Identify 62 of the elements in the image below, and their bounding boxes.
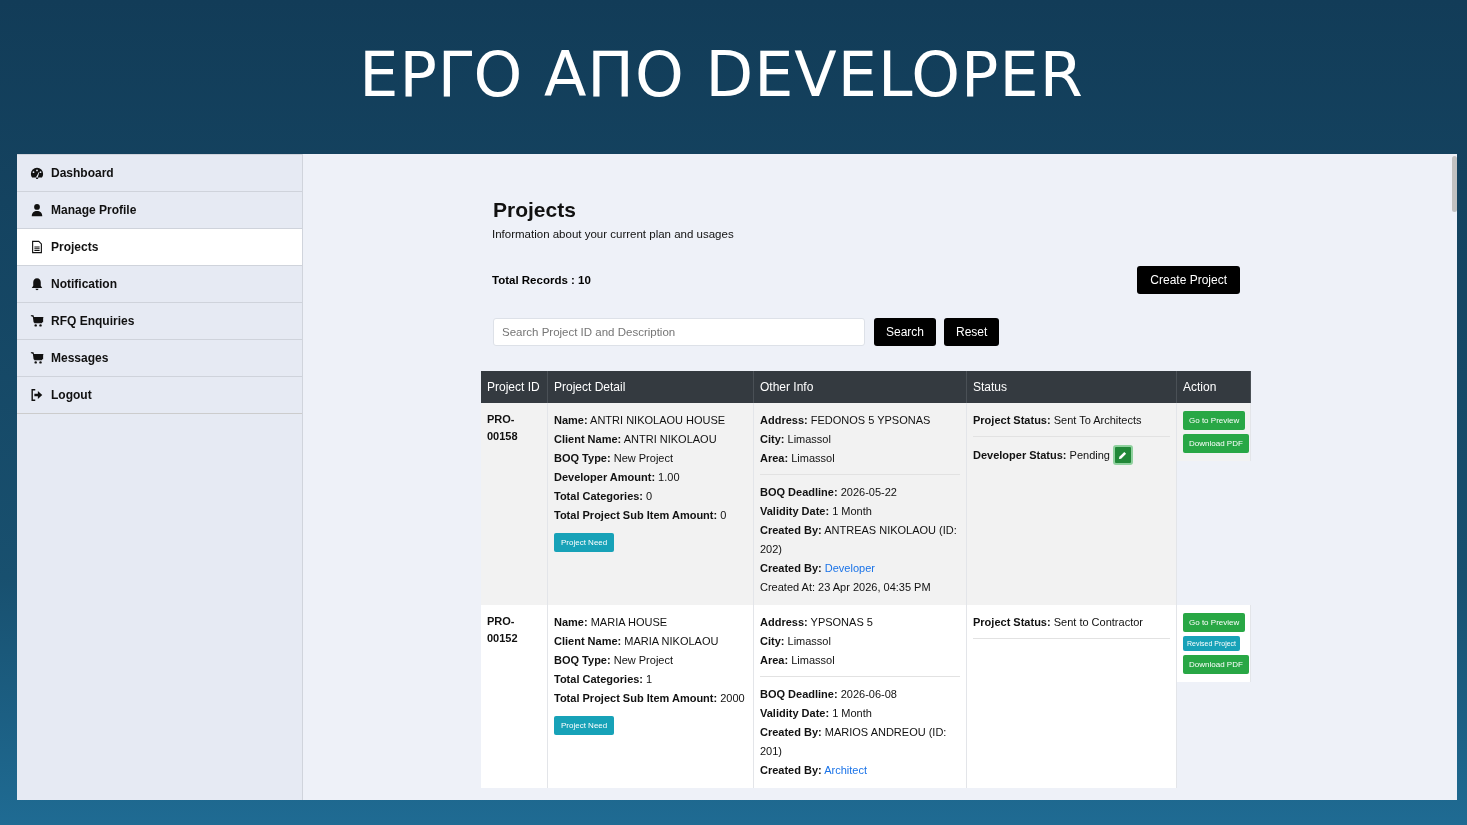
- logout-icon: [30, 388, 44, 402]
- total-records: Total Records : 10: [492, 274, 591, 286]
- detail-field: BOQ Type: New Project: [554, 651, 747, 670]
- info-field: Address: YPSONAS 5: [760, 613, 960, 632]
- project-status: Project Status: Sent To Architects: [973, 413, 1143, 428]
- sidebar-item[interactable]: RFQ Enquiries: [17, 302, 302, 339]
- page-title: Projects: [493, 198, 577, 222]
- project-id: PRO-00158: [487, 412, 519, 444]
- detail-field: Name: ANTRI NIKOLAOU HOUSE: [554, 411, 747, 430]
- sidebar-item[interactable]: Projects: [17, 228, 302, 265]
- detail-field: Total Project Sub Item Amount: 0: [554, 506, 747, 525]
- info-field: Created By: ANTREAS NIKOLAOU (ID: 202): [760, 521, 960, 559]
- detail-field: BOQ Type: New Project: [554, 449, 747, 468]
- sidebar-item[interactable]: Dashboard: [17, 154, 302, 191]
- info-field: Area: Limassol: [760, 651, 960, 670]
- column-header: Action: [1176, 371, 1251, 403]
- detail-field: Client Name: MARIA NIKOLAOU: [554, 632, 747, 651]
- role-link[interactable]: Architect: [824, 764, 867, 776]
- info-field: Area: Limassol: [760, 449, 960, 468]
- info-field: BOQ Deadline: 2026-05-22: [760, 483, 960, 502]
- developer-status: Developer Status: Pending: [973, 447, 1110, 463]
- cart-icon: [30, 351, 44, 365]
- info-field: City: Limassol: [760, 632, 960, 651]
- column-header: Other Info: [753, 371, 967, 403]
- project-status: Project Status: Sent to Contractor: [973, 615, 1144, 630]
- cart-icon: [30, 314, 44, 328]
- edit-button[interactable]: [1112, 445, 1133, 465]
- info-field: Address: FEDONOS 5 YPSONAS: [760, 411, 960, 430]
- detail-field: Developer Amount: 1.00: [554, 468, 747, 487]
- create-project-button[interactable]: Create Project: [1137, 266, 1240, 294]
- reset-button[interactable]: Reset: [944, 318, 1000, 346]
- info-label: Created By:: [760, 764, 822, 776]
- sidebar-item[interactable]: Messages: [17, 339, 302, 376]
- scrollbar[interactable]: [1452, 156, 1457, 212]
- role-link[interactable]: Developer: [824, 562, 875, 574]
- document-icon: [30, 240, 44, 254]
- info-field: Validity Date: 1 Month: [760, 704, 960, 723]
- info-label: Created By:: [760, 562, 822, 574]
- project-id: PRO-00152: [487, 614, 519, 646]
- column-header: Status: [966, 371, 1177, 403]
- column-header: Project ID: [481, 371, 548, 403]
- detail-field: Total Categories: 0: [554, 487, 747, 506]
- column-header: Project Detail: [547, 371, 754, 403]
- info-field: Validity Date: 1 Month: [760, 502, 960, 521]
- detail-field: Total Project Sub Item Amount: 2000: [554, 689, 747, 708]
- detail-field: Name: MARIA HOUSE: [554, 613, 747, 632]
- user-icon: [30, 203, 44, 217]
- detail-field: Total Categories: 1: [554, 670, 747, 689]
- detail-field: Client Name: ANTRI NIKOLAOU: [554, 430, 747, 449]
- info-field: BOQ Deadline: 2026-06-08: [760, 685, 960, 704]
- created-at-text: Created At: 23 Apr 2026, 04:35 PM: [760, 580, 932, 595]
- pencil-icon: [1118, 450, 1128, 460]
- slide-title: ΕΡΓΟ ΑΠΟ DEVELOPER: [358, 36, 1085, 113]
- sidebar-item[interactable]: Notification: [17, 265, 302, 302]
- page-subtitle: Information about your current plan and usages: [492, 228, 735, 240]
- search-field[interactable]: Search Project ID and Description: [493, 318, 865, 346]
- info-field: Created By: MARIOS ANDREOU (ID: 201): [760, 723, 960, 761]
- search-button[interactable]: Search: [874, 318, 937, 346]
- sidebar-item[interactable]: Logout: [17, 376, 302, 414]
- info-field: City: Limassol: [760, 430, 960, 449]
- bell-icon: [30, 277, 44, 291]
- gauge-icon: [30, 166, 44, 180]
